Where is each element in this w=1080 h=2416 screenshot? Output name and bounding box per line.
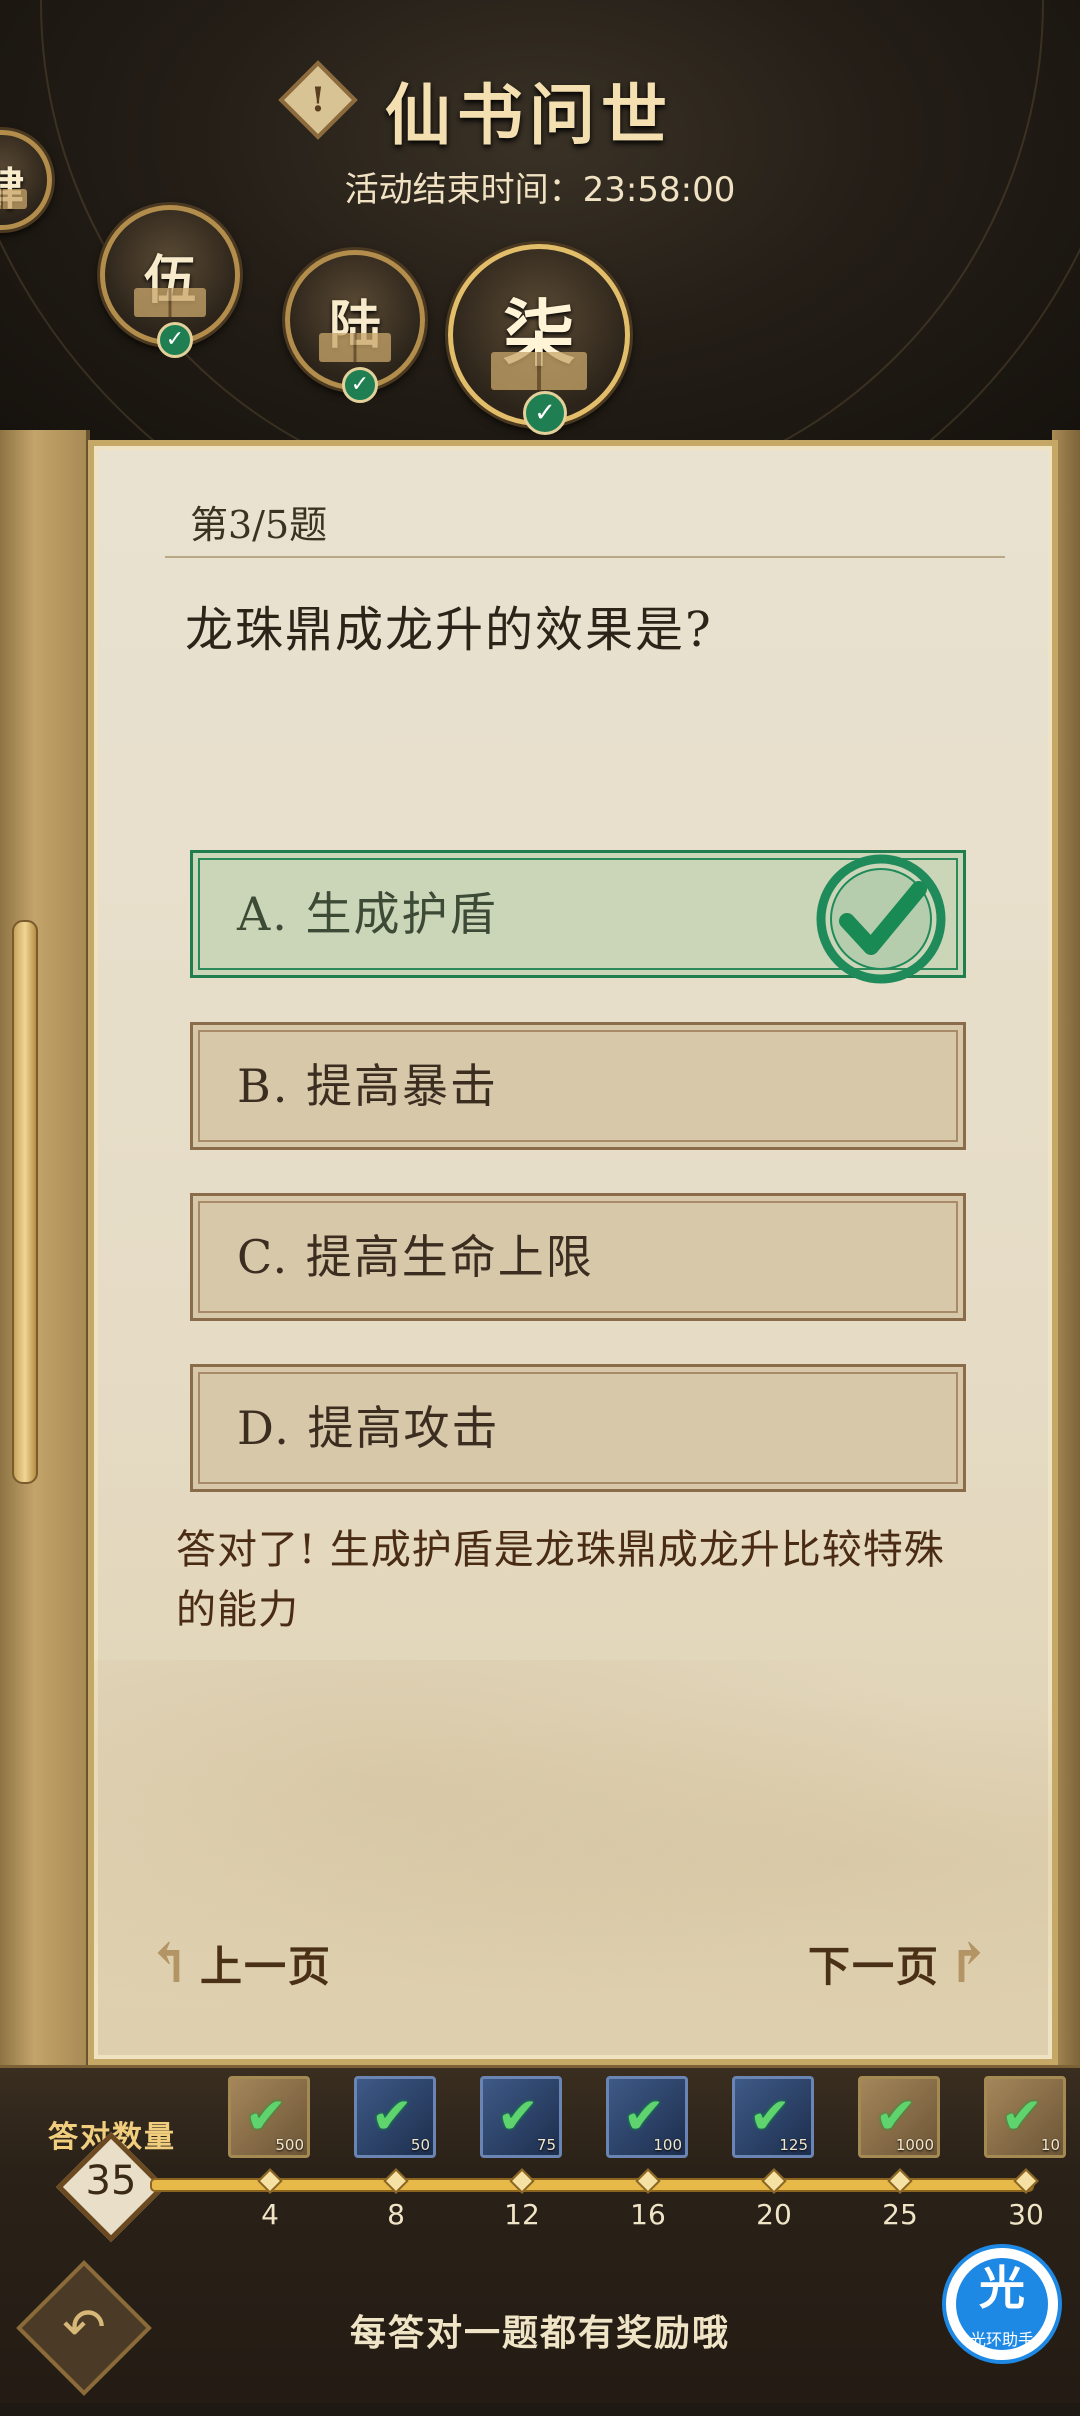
milestone-label: 30: [1008, 2198, 1044, 2231]
check-icon: ✓: [157, 322, 193, 358]
reward-quantity: 50: [410, 2136, 430, 2154]
option-label: A. 生成护盾: [237, 887, 498, 941]
check-icon: ✓: [342, 367, 378, 403]
claimed-check-icon: ✔: [245, 2087, 287, 2145]
helper-floating-button[interactable]: 光 光环助手: [942, 2244, 1062, 2364]
book-icon: [490, 352, 588, 391]
arrow-left-icon: ↰: [146, 1931, 194, 1995]
reward-quantity: 100: [653, 2136, 682, 2154]
answer-feedback: 答对了! 生成护盾是龙珠鼎成龙升比较特殊的能力: [176, 1527, 945, 1633]
milestone-label: 20: [756, 2198, 792, 2231]
helper-label: 光环助手: [969, 2330, 1034, 2349]
book-icon: [318, 333, 392, 362]
reward-item-7[interactable]: ✔ 10: [984, 2076, 1066, 2158]
milestone-label: 8: [387, 2198, 405, 2231]
book-icon: [0, 189, 28, 209]
page-title: 仙书问世: [385, 76, 673, 154]
reward-item-4[interactable]: ✔ 100: [606, 2076, 688, 2158]
claimed-check-icon: ✔: [875, 2087, 917, 2145]
milestone-label: 12: [504, 2198, 540, 2231]
question-text: 龙珠鼎成龙升的效果是?: [185, 602, 713, 658]
claimed-check-icon: ✔: [1001, 2087, 1043, 2145]
reward-item-2[interactable]: ✔ 50: [354, 2076, 436, 2158]
reward-quantity: 75: [536, 2136, 556, 2154]
reward-item-3[interactable]: ✔ 75: [480, 2076, 562, 2158]
event-end-time: 活动结束时间：23:58:00: [344, 170, 736, 210]
option-b[interactable]: B. 提高暴击: [190, 1022, 966, 1150]
chapter-button-7-active[interactable]: 柒 ✓: [448, 244, 630, 435]
option-label: C. 提高生命上限: [237, 1230, 594, 1284]
prev-page-button[interactable]: ↰ 上一页: [140, 1928, 332, 1998]
reward-item-6[interactable]: ✔ 1000: [858, 2076, 940, 2158]
claimed-check-icon: ✔: [749, 2087, 791, 2145]
divider: [165, 556, 1005, 558]
claimed-check-icon: ✔: [371, 2087, 413, 2145]
option-a[interactable]: A. 生成护盾: [190, 850, 966, 984]
chapter-button-6[interactable]: 陆 ✓: [285, 250, 425, 403]
milestone-label: 25: [882, 2198, 918, 2231]
arrow-right-icon: ↱: [946, 1931, 994, 1995]
reward-item-1[interactable]: ✔ 500: [228, 2076, 310, 2158]
milestone-label: 16: [630, 2198, 666, 2231]
reward-quantity: 500: [275, 2136, 304, 2154]
reward-hint: 每答对一题都有奖励哦: [349, 2312, 730, 2354]
correct-count-value: 35: [85, 2158, 137, 2204]
option-label: B. 提高暴击: [237, 1059, 499, 1113]
option-c[interactable]: C. 提高生命上限: [190, 1193, 966, 1321]
question-number: 第3/5题: [190, 503, 328, 547]
option-d[interactable]: D. 提高攻击: [190, 1364, 966, 1492]
milestone-label: 4: [261, 2198, 279, 2231]
helper-char: 光: [979, 2261, 1025, 2315]
correct-check-icon: [816, 854, 946, 984]
prev-page-label: 上一页: [200, 1941, 333, 1991]
check-icon: ✓: [523, 391, 567, 435]
cloud-decoration: [94, 1660, 1052, 2060]
reward-item-5[interactable]: ✔ 125: [732, 2076, 814, 2158]
next-page-label: 下一页: [808, 1941, 941, 1991]
reward-quantity: 125: [779, 2136, 808, 2154]
reward-quantity: 1000: [895, 2136, 934, 2154]
scrollbar[interactable]: [12, 920, 38, 1484]
claimed-check-icon: ✔: [623, 2087, 665, 2145]
next-page-button[interactable]: 下一页 ↱: [808, 1928, 1000, 1998]
chapter-button-5[interactable]: 伍 ✓: [100, 205, 240, 358]
book-icon: [133, 288, 207, 317]
reward-quantity: 10: [1040, 2136, 1060, 2154]
option-label: D. 提高攻击: [237, 1401, 500, 1455]
claimed-check-icon: ✔: [497, 2087, 539, 2145]
